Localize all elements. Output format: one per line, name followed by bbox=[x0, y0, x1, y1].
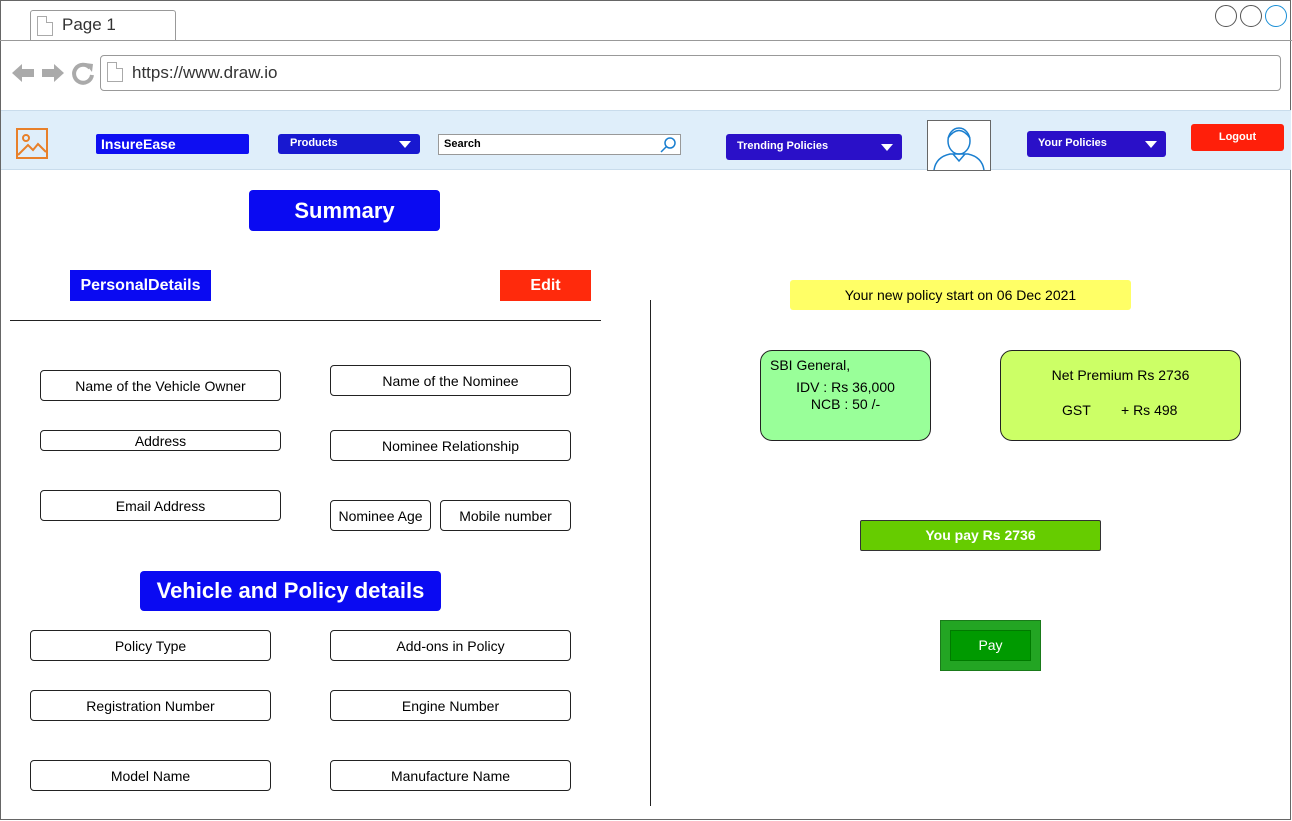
chevron-down-icon bbox=[399, 141, 411, 148]
search-placeholder: Search bbox=[444, 138, 481, 150]
ncb-value: NCB : 50 /- bbox=[810, 396, 881, 412]
model-name-field[interactable]: Model Name bbox=[30, 760, 271, 791]
user-avatar-icon[interactable] bbox=[927, 120, 991, 171]
manufacture-name-field[interactable]: Manufacture Name bbox=[330, 760, 571, 791]
vertical-divider bbox=[650, 300, 651, 806]
trending-label: Trending Policies bbox=[737, 140, 829, 152]
window-close-button[interactable] bbox=[1265, 5, 1287, 27]
edit-button[interactable]: Edit bbox=[500, 270, 591, 301]
url-text[interactable]: https://www.draw.io bbox=[132, 63, 278, 83]
products-dropdown[interactable]: Products bbox=[278, 134, 420, 154]
insurer-name: SBI General, bbox=[770, 357, 851, 373]
page-icon bbox=[37, 16, 53, 36]
url-page-icon bbox=[107, 62, 123, 82]
net-premium: Net Premium Rs 2736 bbox=[1051, 367, 1190, 383]
tab-title: Page 1 bbox=[62, 15, 116, 34]
total-amount-bar: You pay Rs 2736 bbox=[860, 520, 1101, 551]
addons-field[interactable]: Add-ons in Policy bbox=[330, 630, 571, 661]
chevron-down-icon bbox=[881, 144, 893, 151]
pay-button-label[interactable]: Pay bbox=[950, 630, 1031, 661]
logout-button[interactable]: Logout bbox=[1191, 124, 1284, 151]
forward-arrow-icon[interactable] bbox=[40, 60, 66, 90]
your-policies-label: Your Policies bbox=[1038, 137, 1107, 149]
personal-details-heading: PersonalDetails bbox=[70, 270, 211, 301]
owner-name-field[interactable]: Name of the Vehicle Owner bbox=[40, 370, 281, 401]
policy-start-notice: Your new policy start on 06 Dec 2021 bbox=[790, 280, 1131, 310]
insurer-card: SBI General, IDV : Rs 36,000 NCB : 50 /- bbox=[760, 350, 931, 441]
window-minimize-button[interactable] bbox=[1215, 5, 1237, 27]
idv-value: IDV : Rs 36,000 bbox=[796, 379, 895, 395]
mobile-number-field[interactable]: Mobile number bbox=[440, 500, 571, 531]
window-maximize-button[interactable] bbox=[1240, 5, 1262, 27]
vehicle-policy-heading: Vehicle and Policy details bbox=[140, 571, 441, 611]
nominee-age-field[interactable]: Nominee Age bbox=[330, 500, 431, 531]
trending-policies-dropdown[interactable]: Trending Policies bbox=[726, 134, 902, 160]
tabbar-divider bbox=[0, 40, 1292, 41]
page-title: Summary bbox=[249, 190, 440, 231]
gst-label: GST bbox=[1062, 402, 1091, 418]
section-divider bbox=[10, 320, 601, 321]
pay-button[interactable]: Pay bbox=[940, 620, 1041, 671]
your-policies-dropdown[interactable]: Your Policies bbox=[1027, 131, 1166, 157]
logo-image-icon[interactable] bbox=[16, 128, 48, 159]
policy-type-field[interactable]: Policy Type bbox=[30, 630, 271, 661]
reload-icon[interactable] bbox=[70, 60, 96, 90]
brand-name[interactable]: InsureEase bbox=[96, 134, 249, 154]
search-input[interactable]: Search bbox=[438, 134, 681, 155]
email-field[interactable]: Email Address bbox=[40, 490, 281, 521]
engine-number-field[interactable]: Engine Number bbox=[330, 690, 571, 721]
registration-number-field[interactable]: Registration Number bbox=[30, 690, 271, 721]
nominee-name-field[interactable]: Name of the Nominee bbox=[330, 365, 571, 396]
products-label: Products bbox=[290, 137, 338, 149]
address-field[interactable]: Address bbox=[40, 430, 281, 451]
back-arrow-icon[interactable] bbox=[10, 60, 36, 90]
premium-card: Net Premium Rs 2736 GST + Rs 498 bbox=[1000, 350, 1241, 441]
nominee-relationship-field[interactable]: Nominee Relationship bbox=[330, 430, 571, 461]
gst-value: + Rs 498 bbox=[1121, 402, 1178, 418]
search-icon[interactable] bbox=[659, 136, 677, 154]
chevron-down-icon bbox=[1145, 141, 1157, 148]
